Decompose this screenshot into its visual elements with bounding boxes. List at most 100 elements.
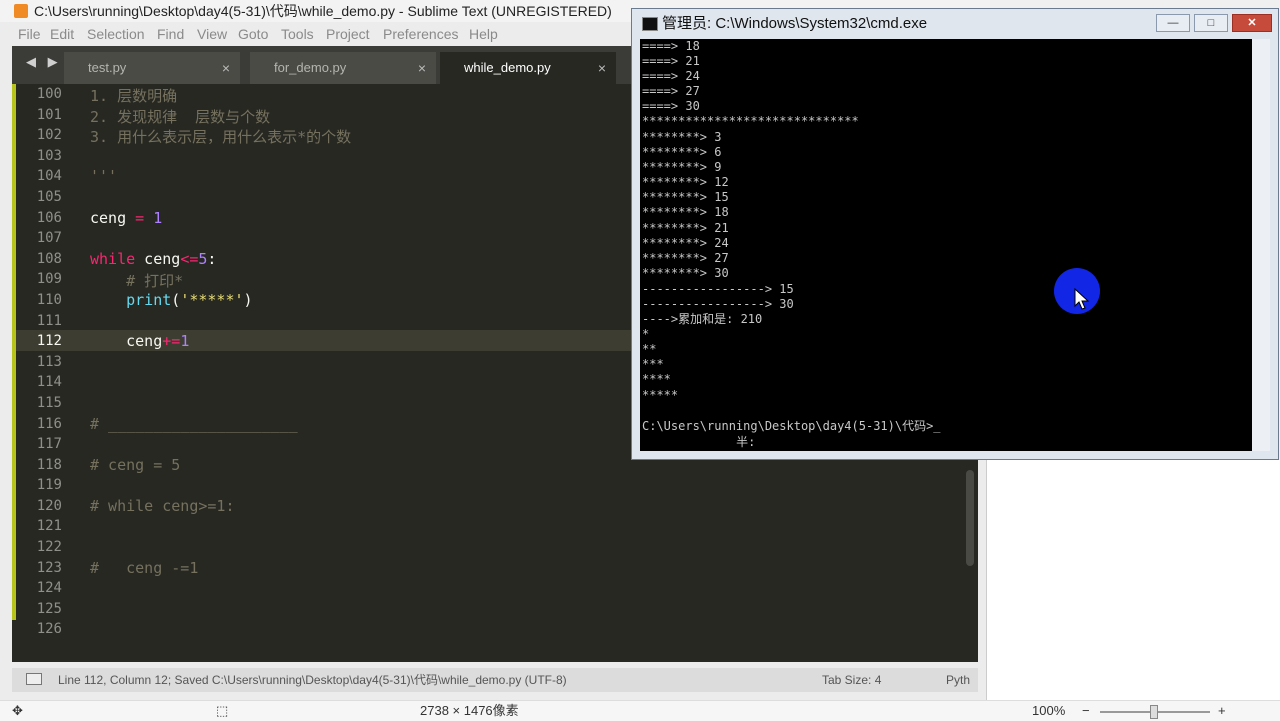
console-line: ********> 24 (642, 236, 729, 250)
code-line: # while ceng>=1: (90, 497, 235, 515)
line-number: 119 (36, 477, 62, 493)
console-line: ********> 27 (642, 251, 729, 265)
menu-view[interactable]: View (197, 22, 227, 46)
crop-icon[interactable]: ⬚ (216, 701, 228, 721)
line-number: 124 (36, 580, 62, 596)
menu-file[interactable]: File (18, 22, 41, 46)
console-line: ********> 30 (642, 266, 729, 280)
console-line: ********> 18 (642, 205, 729, 219)
tab-label: while_demo.py (464, 60, 551, 75)
tab-scroll-arrows-icon[interactable]: ◀ ▶ (26, 54, 62, 70)
line-number: 111 (36, 313, 62, 329)
console-line: ********> 15 (642, 190, 729, 204)
zoom-in-icon[interactable]: + (1218, 701, 1226, 721)
close-tab-icon[interactable]: × (222, 52, 230, 84)
code-line: # _____________________ (90, 415, 298, 433)
code-line: ceng = 1 (90, 209, 163, 227)
tab-while-demo-py[interactable]: while_demo.py × (440, 52, 616, 84)
line-number: 120 (36, 498, 62, 514)
line-number: 117 (36, 436, 62, 452)
status-syntax[interactable]: Pyth (946, 668, 970, 692)
line-number: 106 (36, 210, 62, 226)
tab-label: for_demo.py (274, 60, 347, 75)
ime-indicator: 半: (700, 435, 756, 449)
menu-preferences[interactable]: Preferences (383, 22, 458, 46)
line-number: 108 (36, 251, 62, 267)
menu-edit[interactable]: Edit (50, 22, 74, 46)
line-number: 103 (36, 148, 62, 164)
code-line: ceng+=1 (90, 332, 190, 350)
zoom-level[interactable]: 100% (1032, 701, 1065, 721)
tab-label: test.py (88, 60, 127, 75)
console-line: ****************************** (642, 114, 859, 128)
sublime-logo-icon (14, 4, 28, 18)
code-line: 1. 层数明确 (90, 87, 178, 105)
mouse-pointer-icon (1074, 288, 1090, 310)
console-line: ********> 6 (642, 145, 722, 159)
console-line: -----------------> 15 (642, 282, 794, 296)
line-number: 114 (36, 374, 62, 390)
close-button[interactable]: ✕ (1232, 14, 1272, 32)
menu-help[interactable]: Help (469, 22, 498, 46)
menu-goto[interactable]: Goto (238, 22, 268, 46)
console-line: ====> 27 (642, 84, 700, 98)
status-bar: Line 112, Column 12; Saved C:\Users\runn… (12, 668, 978, 692)
code-line: # 打印* (90, 272, 184, 290)
line-number: 126 (36, 621, 62, 637)
code-line: print('*****') (126, 291, 253, 309)
line-number: 104 (36, 168, 62, 184)
console-line: ***** (642, 388, 679, 402)
console-line: ====> 21 (642, 54, 700, 68)
cmd-title-bar[interactable]: 管理员: C:\Windows\System32\cmd.exe — □ ✕ (632, 9, 1278, 39)
cmd-console-output[interactable]: ====> 18 ====> 21 ====> 24 ====> 27 ====… (640, 39, 1252, 451)
cmd-scrollbar[interactable] (1252, 39, 1270, 451)
console-line: ** (642, 342, 657, 356)
line-number: 125 (36, 601, 62, 617)
console-line: **** (642, 372, 671, 386)
editor-scrollbar[interactable] (966, 470, 974, 566)
console-line: ********> 3 (642, 130, 722, 144)
panel-toggle-icon[interactable] (26, 673, 42, 685)
tab-for-demo-py[interactable]: for_demo.py × (250, 52, 436, 84)
line-number: 118 (36, 457, 62, 473)
line-number: 102 (36, 127, 62, 143)
line-number: 121 (36, 518, 62, 534)
close-tab-icon[interactable]: × (598, 52, 606, 84)
move-icon[interactable]: ✥ (12, 701, 23, 721)
line-number: 109 (36, 271, 62, 287)
window-title: C:\Users\running\Desktop\day4(5-31)\代码\w… (34, 3, 612, 19)
line-number: 100 (36, 86, 62, 102)
line-number: 107 (36, 230, 62, 246)
line-number: 116 (36, 416, 62, 432)
image-dimensions: 2738 × 1476像素 (420, 703, 519, 718)
cmd-window: 管理员: C:\Windows\System32\cmd.exe — □ ✕ =… (631, 8, 1279, 460)
menu-project[interactable]: Project (326, 22, 370, 46)
menu-selection[interactable]: Selection (87, 22, 145, 46)
menu-tools[interactable]: Tools (281, 22, 314, 46)
menu-find[interactable]: Find (157, 22, 184, 46)
zoom-out-icon[interactable]: − (1082, 701, 1090, 721)
console-line: ********> 21 (642, 221, 729, 235)
line-number: 122 (36, 539, 62, 555)
tab-test-py[interactable]: test.py × (64, 52, 240, 84)
line-number: 105 (36, 189, 62, 205)
code-line: # ceng -=1 (90, 559, 199, 577)
code-line: while ceng<=5: (90, 250, 217, 268)
console-line: ====> 24 (642, 69, 700, 83)
zoom-slider-thumb[interactable] (1150, 705, 1158, 719)
console-line: -----------------> 30 (642, 297, 794, 311)
code-line: # ceng = 5 (90, 456, 181, 474)
console-line: ********> 12 (642, 175, 729, 189)
cmd-title: 管理员: C:\Windows\System32\cmd.exe (662, 15, 928, 32)
code-line: ''' (90, 167, 118, 185)
background-window-panel (986, 460, 1280, 700)
line-number: 110 (36, 292, 62, 308)
line-number: 101 (36, 107, 62, 123)
minimize-button[interactable]: — (1156, 14, 1190, 32)
status-tab-size[interactable]: Tab Size: 4 (822, 668, 881, 692)
maximize-button[interactable]: □ (1194, 14, 1228, 32)
code-line: 2. 发现规律 层数与个数 (90, 108, 271, 126)
status-position: Line 112, Column 12; Saved C:\Users\runn… (58, 673, 567, 687)
close-tab-icon[interactable]: × (418, 52, 426, 84)
console-line: * (642, 327, 650, 341)
